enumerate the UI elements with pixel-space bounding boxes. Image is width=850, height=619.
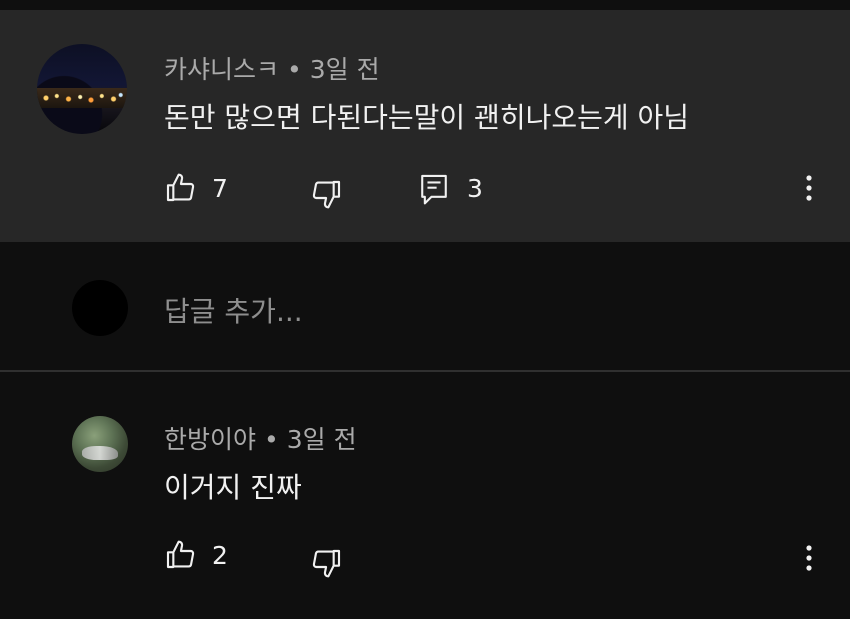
comment-meta: 한방이야 • 3일 전 [164,420,357,456]
more-vert-icon[interactable] [797,542,821,574]
more-vert-icon[interactable] [797,172,821,204]
author-name[interactable]: 한방이야 [164,425,256,454]
meta-separator: • [287,55,302,84]
avatar[interactable] [37,44,127,134]
thumbs-up-icon[interactable] [164,539,196,571]
comment-item: 카샤니스ㅋ • 3일 전 돈만 많으면 다된다는말이 괜히나오는게 아님 7 3 [0,10,850,242]
author-name[interactable]: 카샤니스ㅋ [164,55,279,84]
thumbs-down-icon[interactable] [311,178,343,210]
thumbs-up-icon[interactable] [164,172,196,204]
thumbs-down-icon[interactable] [311,547,343,579]
comment-text: 이거지 진짜 [164,471,302,504]
avatar-image [82,446,118,460]
reply-count: 3 [467,174,483,203]
reply-input[interactable]: 답글 추가... [164,290,303,330]
avatar[interactable] [72,416,128,472]
top-strip [0,0,850,10]
meta-separator: • [264,425,279,454]
comment-item: 한방이야 • 3일 전 이거지 진짜 2 [0,372,850,619]
comment-icon[interactable] [418,172,450,206]
comment-time: 3일 전 [309,55,380,84]
like-count: 7 [212,174,228,203]
comment-meta: 카샤니스ㅋ • 3일 전 [164,50,380,86]
comment-time: 3일 전 [286,425,357,454]
user-avatar [72,280,128,336]
like-count: 2 [212,541,228,570]
avatar-image [37,88,127,108]
comment-text: 돈만 많으면 다된다는말이 괜히나오는게 아님 [164,101,690,134]
